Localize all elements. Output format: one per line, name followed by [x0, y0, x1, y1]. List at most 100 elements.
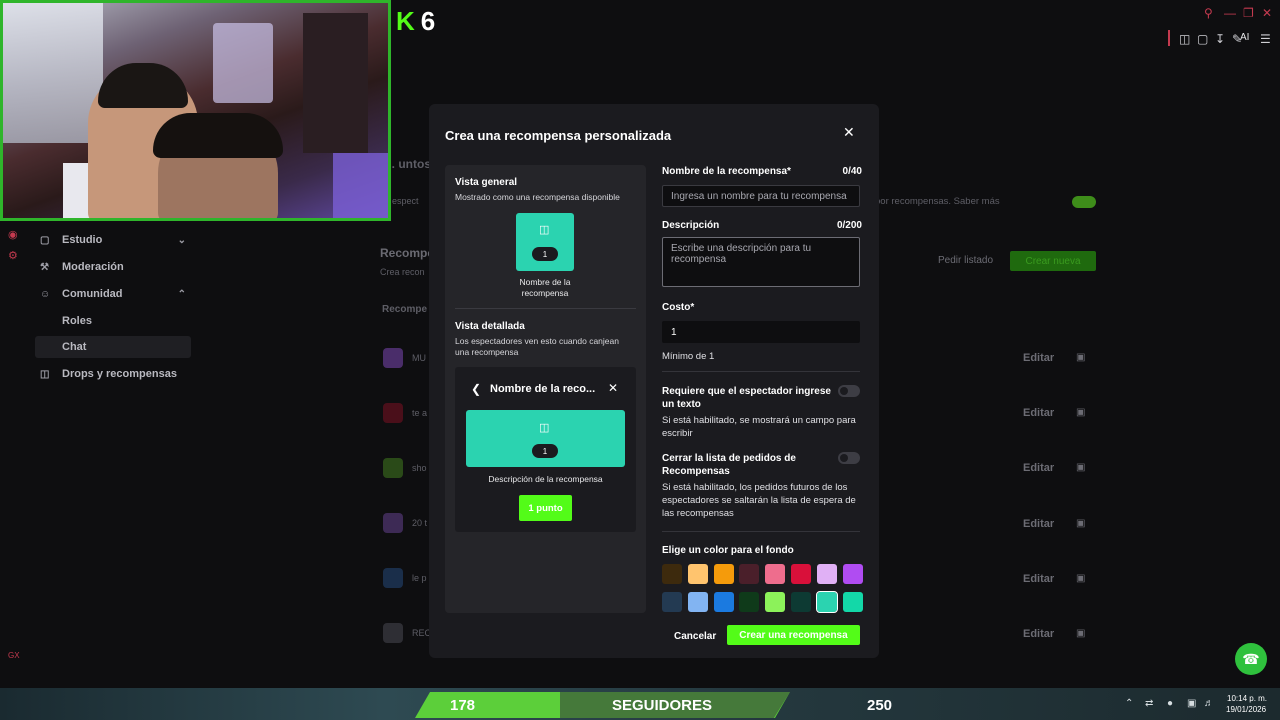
color-swatch[interactable]: [662, 592, 682, 612]
reward-row-icon: [383, 623, 403, 643]
banner-cost: 1: [532, 444, 558, 458]
menu-icon[interactable]: ☰: [1260, 32, 1271, 46]
trash-icon[interactable]: ▣: [1076, 573, 1085, 584]
search-icon[interactable]: ⚲: [1204, 6, 1213, 20]
close-icon[interactable]: ✕: [843, 124, 855, 141]
mic-icon[interactable]: ●: [1167, 698, 1173, 709]
rail-home-icon[interactable]: ◉: [8, 228, 18, 241]
chevron-up-icon: ⌃: [177, 288, 186, 300]
color-swatch[interactable]: [662, 564, 682, 584]
chevron-down-icon: ⌄: [177, 234, 186, 246]
divider: [662, 371, 860, 372]
trash-icon[interactable]: ▣: [1076, 407, 1085, 418]
sidebar-item-community[interactable]: ☺ Comunidad ⌃: [30, 282, 192, 306]
trash-icon[interactable]: ▣: [1076, 352, 1085, 363]
color-swatch[interactable]: [815, 591, 838, 613]
reward-row-name: le p: [412, 573, 427, 583]
color-swatch[interactable]: [842, 592, 863, 612]
color-swatch[interactable]: [687, 592, 708, 612]
close-icon[interactable]: ✕: [1262, 6, 1272, 20]
reward-row-icon: [383, 568, 403, 588]
minimize-icon[interactable]: —: [1224, 6, 1236, 20]
speaker-icon[interactable]: ♬: [1204, 698, 1214, 709]
rail-settings-icon[interactable]: ⚙: [8, 249, 18, 262]
bg-table-header: Recompe: [382, 304, 428, 315]
reward-form: Nombre de la recompensa* 0/40 Descripció…: [662, 165, 863, 635]
cost-help: Mínimo de 1: [662, 351, 715, 362]
create-reward-button[interactable]: Crear una recompensa: [727, 625, 860, 645]
color-swatch[interactable]: [765, 592, 786, 612]
reward-name-input[interactable]: [662, 185, 860, 207]
trash-icon[interactable]: ▣: [1076, 628, 1085, 639]
kick-logo[interactable]: K6: [396, 6, 435, 37]
require-text-toggle[interactable]: [838, 385, 860, 397]
community-icon: ☺: [40, 288, 51, 300]
bg-rewards-sub: Crea recon: [380, 267, 425, 277]
description-label: Descripción: [662, 220, 720, 231]
divider: [662, 531, 860, 532]
create-new-button[interactable]: Crear nueva: [1010, 251, 1096, 271]
followers-current: 178: [450, 697, 476, 714]
ai-button[interactable]: AI: [1240, 32, 1249, 43]
reward-row-name: MU: [412, 353, 426, 363]
sidebar-item-moderation[interactable]: ⚒ Moderación: [30, 255, 192, 279]
preview-panel: Vista general Mostrado como una recompen…: [445, 165, 646, 613]
points-button: 1 punto: [519, 495, 572, 521]
cancel-button[interactable]: Cancelar: [674, 631, 716, 642]
color-swatch[interactable]: [713, 592, 734, 612]
sidebar-item-roles[interactable]: Roles: [35, 310, 191, 332]
edit-button[interactable]: Editar: [1023, 462, 1054, 474]
close-queue-help: Si está habilitado, los pedidos futuros …: [662, 482, 856, 519]
gift-icon: ◫: [539, 422, 550, 434]
webcam-feed: [0, 0, 391, 221]
sidebar-item-label: Drops y recompensas: [62, 368, 177, 380]
overview-subtitle: Mostrado como una recompensa disponible: [455, 192, 620, 202]
sidebar-item-drops[interactable]: ◫ Drops y recompensas: [30, 362, 192, 386]
reward-row-name: 20 t: [412, 518, 428, 528]
color-swatch[interactable]: [791, 592, 811, 612]
sidebar-sub-label: Roles: [62, 315, 92, 327]
sidebar-item-chat[interactable]: Chat: [35, 336, 191, 358]
network-icon[interactable]: ⇄: [1145, 698, 1153, 709]
edit-button[interactable]: Editar: [1023, 518, 1054, 530]
color-label: Elige un color para el fondo: [662, 545, 794, 556]
color-swatch[interactable]: [765, 564, 786, 584]
followers-goal: 250: [867, 697, 893, 714]
bag-icon[interactable]: ▢: [1197, 32, 1208, 46]
download-icon[interactable]: ↧: [1215, 32, 1225, 46]
cost-input[interactable]: [662, 321, 860, 343]
edit-button[interactable]: Editar: [1023, 628, 1054, 640]
edit-button[interactable]: Editar: [1023, 407, 1054, 419]
color-swatch[interactable]: [687, 564, 708, 584]
request-list-button[interactable]: Pedir listado: [938, 255, 993, 266]
color-swatch[interactable]: [739, 592, 760, 612]
gift-icon: ◫: [539, 224, 550, 236]
trash-icon[interactable]: ▣: [1076, 462, 1085, 473]
bg-setting-toggle[interactable]: [1072, 196, 1096, 208]
extension-icon[interactable]: ◫: [1179, 32, 1190, 46]
wrench-icon: ⚒: [40, 261, 49, 273]
color-swatch[interactable]: [739, 564, 760, 584]
create-reward-modal: Crea una recompensa personalizada ✕ Vist…: [429, 104, 879, 658]
restore-icon[interactable]: ❐: [1243, 6, 1254, 20]
display-icon[interactable]: ▣: [1187, 698, 1196, 709]
color-swatch[interactable]: [713, 564, 734, 584]
color-swatch[interactable]: [816, 564, 837, 584]
edit-button[interactable]: Editar: [1023, 352, 1054, 364]
reward-card-preview: ◫ 1: [516, 213, 574, 271]
divider: [455, 308, 636, 309]
support-icon[interactable]: ☎: [1235, 643, 1267, 675]
close-queue-toggle[interactable]: [838, 452, 860, 464]
detail-subtitle: Los espectadores ven esto cuando canjean…: [455, 336, 619, 357]
trash-icon[interactable]: ▣: [1076, 518, 1085, 529]
chevron-up-icon[interactable]: ⌃: [1125, 698, 1133, 709]
reward-row-icon: [383, 513, 403, 533]
color-swatch[interactable]: [791, 564, 811, 584]
edit-button[interactable]: Editar: [1023, 573, 1054, 585]
sidebar-item-label: Comunidad: [62, 288, 123, 300]
detail-heading: Vista detallada: [455, 321, 525, 332]
sidebar-sub-label: Chat: [62, 341, 87, 353]
color-swatch[interactable]: [842, 564, 863, 584]
reward-description-input[interactable]: [662, 237, 860, 287]
sidebar-item-studio[interactable]: ▢ Estudio ⌄: [30, 228, 192, 252]
